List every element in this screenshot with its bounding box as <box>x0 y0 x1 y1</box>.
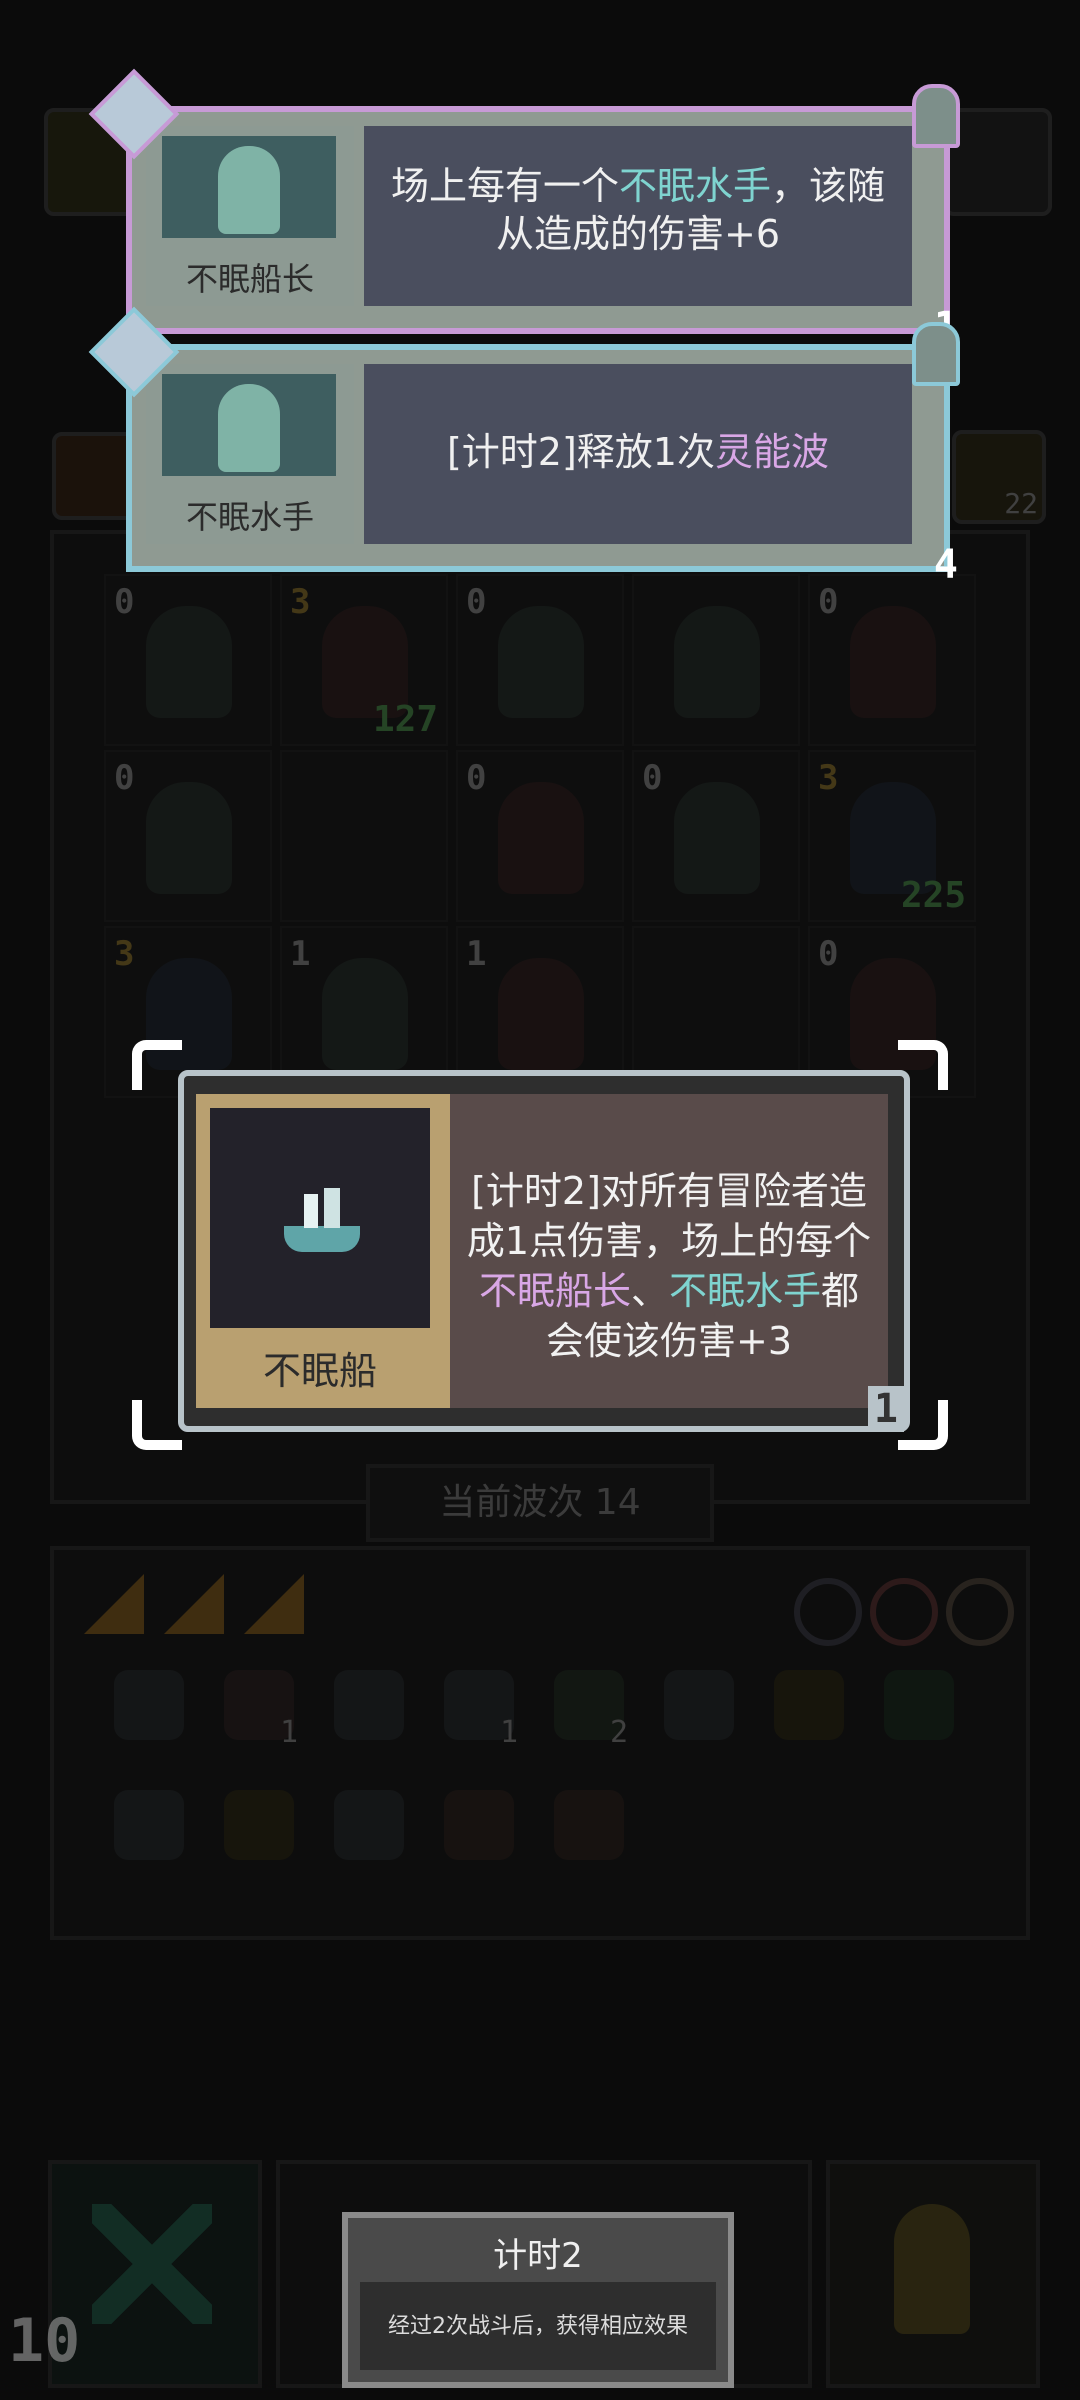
captain-portrait <box>162 136 336 238</box>
sailor-card[interactable]: [计时2]释放1次灵能波 不眠水手 4 <box>88 306 960 588</box>
captain-card-desc-panel: 场上每有一个不眠水手，该随从造成的伤害+6 <box>364 126 912 306</box>
sailor-portrait-frame: 不眠水手 <box>146 364 354 544</box>
ship-card-description: [计时2]对所有冒险者造成1点伤害，场上的每个不眠船长、不眠水手都会使该伤害+3 <box>466 1169 872 1363</box>
key-item-icon[interactable] <box>774 1670 844 1740</box>
round-number: 10 <box>8 2306 81 2376</box>
board-slot[interactable]: 0 <box>104 750 272 922</box>
map-icon[interactable] <box>884 1670 954 1740</box>
adventurer-figure <box>146 782 232 894</box>
sailor-card-desc-panel: [计时2]释放1次灵能波 <box>364 364 912 544</box>
board-slot[interactable]: 0 <box>456 750 624 922</box>
wind-icon[interactable] <box>664 1670 734 1740</box>
cross-icon <box>92 2204 212 2324</box>
key-count: 22 <box>1004 487 1038 520</box>
board-slot[interactable]: 0 <box>808 574 976 746</box>
sword-icon <box>912 84 960 148</box>
axe-icon[interactable] <box>114 1670 184 1740</box>
board-slot[interactable] <box>632 574 800 746</box>
monster-figure <box>674 606 760 718</box>
gem-icon <box>946 1578 1014 1646</box>
adventurer-figure <box>674 782 760 894</box>
captain-card-description: 场上每有一个不眠水手，该随从造成的伤害+6 <box>390 164 886 256</box>
captain-portrait-frame: 不眠船长 <box>146 126 354 306</box>
ship-card-desc-panel: [计时2]对所有冒险者造成1点伤害，场上的每个不眠船长、不眠水手都会使该伤害+3 <box>450 1094 888 1408</box>
board-slot[interactable]: 0 <box>632 750 800 922</box>
pawn-button[interactable] <box>826 2160 1040 2388</box>
ship-portrait <box>210 1108 430 1328</box>
fire-icon[interactable] <box>444 1790 514 1860</box>
flower-icon[interactable] <box>334 1670 404 1740</box>
sword-icon <box>912 322 960 386</box>
key-icon[interactable]: 22 <box>952 430 1046 524</box>
bracket-bottom-left <box>132 1400 182 1450</box>
board-slot[interactable]: 0 <box>104 574 272 746</box>
bracket-top-left <box>132 1040 182 1090</box>
sailor-card-name: 不眠水手 <box>185 498 314 536</box>
board-slot[interactable]: 3 225 <box>808 750 976 922</box>
sailor-card-count: 4 <box>933 542 958 588</box>
monster-figure <box>498 606 584 718</box>
tooltip-body-panel: 经过2次战斗后，获得相应效果 <box>360 2282 716 2370</box>
captain-figure-icon <box>218 146 280 234</box>
settings-gear-icon[interactable] <box>944 108 1052 216</box>
tier-triangle-icon <box>164 1574 224 1634</box>
tooltip-title: 计时2 <box>493 2236 583 2276</box>
captain-card-name: 不眠船长 <box>185 260 314 298</box>
board-slot[interactable]: 0 <box>456 574 624 746</box>
wave-indicator: 当前波次 14 <box>366 1464 714 1542</box>
sailor-card-description: [计时2]释放1次灵能波 <box>446 430 830 474</box>
tree-icon[interactable] <box>334 1790 404 1860</box>
inventory-panel: 1 1 2 <box>50 1546 1030 1940</box>
board-slot[interactable]: 3 127 <box>280 574 448 746</box>
adventurer-figure <box>498 782 584 894</box>
gem-icon <box>794 1578 862 1646</box>
adventurer-figure <box>146 606 232 718</box>
tooltip-text: 经过2次战斗后，获得相应效果 <box>388 2314 688 2339</box>
captain-card[interactable]: 场上每有一个不眠水手，该随从造成的伤害+6 不眠船长 1 <box>88 68 960 350</box>
wave-label: 当前波次 14 <box>439 1482 641 1523</box>
vine-icon[interactable]: 2 <box>554 1670 628 1750</box>
totem-icon[interactable] <box>224 1790 294 1860</box>
sailor-portrait <box>162 374 336 476</box>
ship-icon <box>284 1188 360 1258</box>
arrow-icon[interactable] <box>554 1790 624 1860</box>
tower-icon[interactable]: 1 <box>224 1670 298 1750</box>
ship-icon[interactable]: 1 <box>444 1670 518 1750</box>
tier-triangles <box>84 1574 334 1644</box>
ship-card-frame: 不眠船 [计时2]对所有冒险者造成1点伤害，场上的每个不眠船长、不眠水手都会使该… <box>196 1094 888 1408</box>
tier-triangle-icon <box>84 1574 144 1634</box>
board-slot-empty[interactable] <box>280 750 448 922</box>
pawn-icon <box>894 2204 970 2334</box>
inventory-items: 1 1 2 <box>114 1670 994 1910</box>
adventurer-figure <box>850 606 936 718</box>
ship-card[interactable]: 不眠船 [计时2]对所有冒险者造成1点伤害，场上的每个不眠船长、不眠水手都会使该… <box>178 1070 910 1432</box>
gem-icon <box>870 1578 938 1646</box>
ship-card-name: 不眠船 <box>262 1349 377 1393</box>
sailor-figure-icon <box>218 384 280 472</box>
tier-triangle-icon <box>244 1574 304 1634</box>
ship-card-count: 1 <box>867 1386 904 1432</box>
keyword-tooltip: 计时2 经过2次战斗后，获得相应效果 <box>342 2212 734 2388</box>
lightning-icon[interactable] <box>114 1790 184 1860</box>
